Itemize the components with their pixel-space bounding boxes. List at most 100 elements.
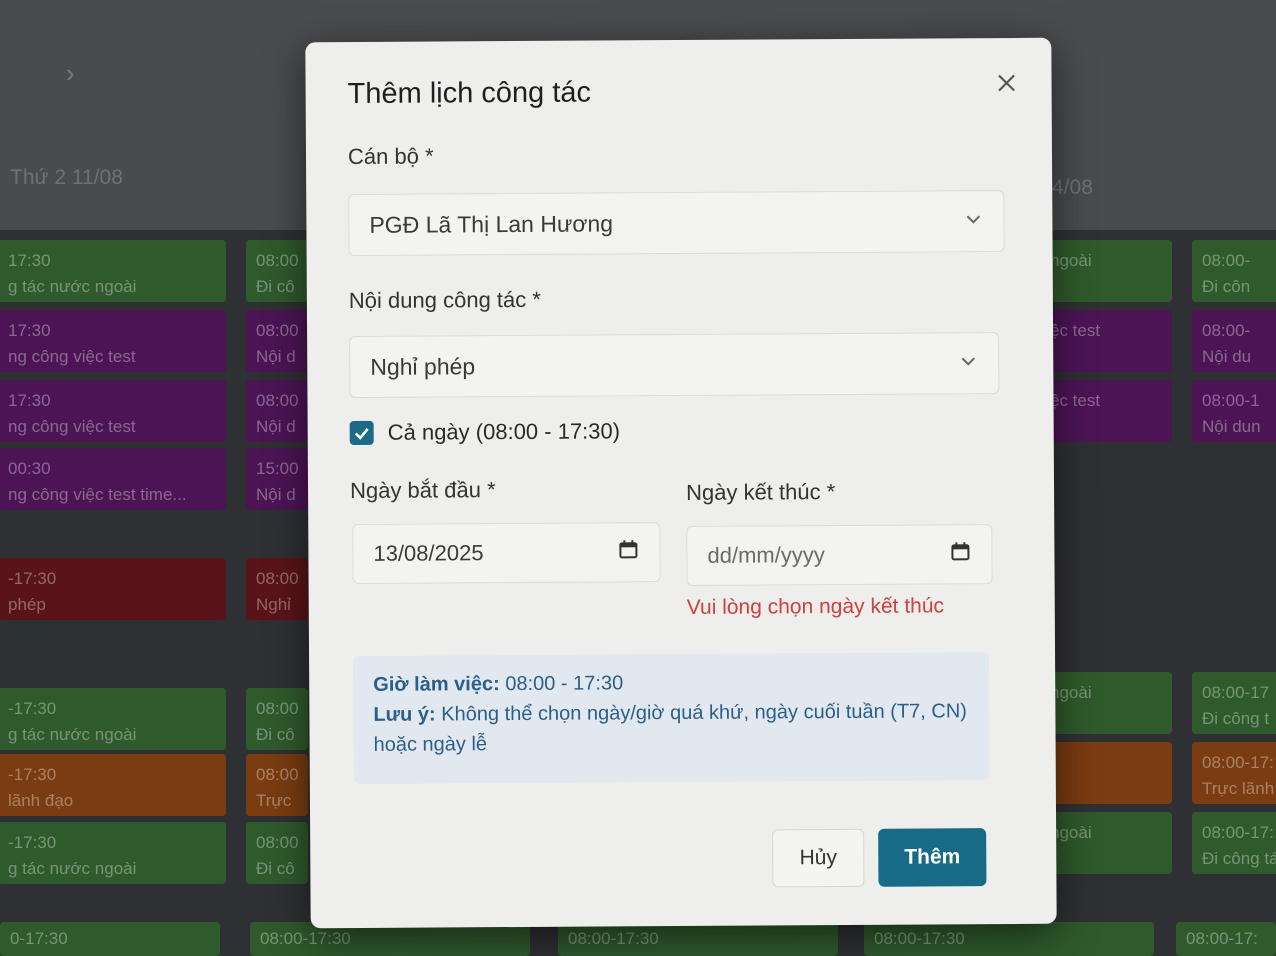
info-box: Giờ làm việc: 08:00 - 17:30 Lưu ý: Không… [353, 652, 990, 785]
event-title: Trực lãnh [1202, 779, 1275, 798]
calendar-event[interactable]: 08:00-17: Trực lãnh [1192, 742, 1276, 804]
event-title: Nội du [1202, 347, 1252, 366]
officer-select-value: PGĐ Lã Thị Lan Hương [369, 209, 614, 238]
calendar-event[interactable]: 08:00-17: [1176, 922, 1276, 956]
end-date-label: Ngày kết thúc * [685, 479, 836, 505]
event-time: 08:00 [256, 765, 299, 784]
calendar-event[interactable]: 0-17:30 [0, 922, 220, 956]
calendar-event[interactable]: 08:00- Nội du [1192, 310, 1276, 372]
event-title: Đi cô [256, 859, 295, 878]
event-title: Đi cô [256, 277, 295, 296]
calendar-event[interactable]: 08:00-1 Nội dun [1192, 380, 1276, 442]
event-time: 08:00-17: [1186, 929, 1258, 948]
calendar-event[interactable]: 08:00 Nghỉ [246, 558, 308, 620]
event-title: Đi côn [1202, 277, 1251, 296]
calendar-event[interactable]: 17:30 ng công việc test [0, 310, 226, 372]
all-day-label: Cả ngày (08:00 - 17:30) [387, 418, 621, 445]
event-title: g tác nước ngoài [8, 277, 137, 296]
calendar-column-2: 08:00 Đi cô 08:00 Nội d 08:00 Nội d 15:00 Nội d… [246, 232, 308, 956]
start-date-label: Ngày bắt đầu * [349, 477, 496, 504]
chevron-down-icon [963, 208, 983, 235]
event-title: Nội dun [1202, 417, 1261, 436]
calendar-event[interactable]: 08:00- Đi côn [1192, 240, 1276, 302]
end-date-error: Vui lòng chọn ngày kết thúc [686, 594, 945, 619]
calendar-event[interactable]: 15:00 Nội d [246, 448, 308, 510]
event-title: Đi cô [256, 725, 295, 744]
calendar-event[interactable]: 08:00-17 Đi công t [1192, 672, 1276, 734]
close-icon[interactable] [993, 70, 1019, 96]
calendar-event[interactable]: ngoài [1040, 672, 1172, 734]
event-time: 08:00 [256, 833, 299, 852]
calendar-event[interactable]: ệc test [1040, 380, 1172, 442]
calendar-event[interactable]: -17:30 phép [0, 558, 226, 620]
event-time: 15:00 [256, 459, 299, 478]
officer-select[interactable]: PGĐ Lã Thị Lan Hương [348, 190, 1005, 257]
event-time: -17:30 [8, 833, 57, 852]
calendar-event[interactable]: 17:30 g tác nước ngoài [0, 240, 226, 302]
event-time: 08:00-17:30 [260, 929, 351, 948]
event-title: ng công việc test time... [8, 485, 187, 504]
event-title: Nghỉ [256, 595, 291, 614]
working-hours-line: Giờ làm việc: 08:00 - 17:30 [373, 666, 969, 700]
calendar-event[interactable]: 08:00 Đi cô [246, 240, 308, 302]
event-time: -17:30 [8, 765, 57, 784]
event-time: 08:00 [256, 699, 299, 718]
calendar-event[interactable]: 08:00-17: Đi công tá [1192, 812, 1276, 874]
checkmark-icon[interactable] [349, 420, 374, 446]
calendar-event[interactable]: 00:30 ng công việc test time... [0, 448, 226, 510]
calendar-column-4: 08:00- Đi côn 08:00- Nội du 08:00-1 Nội dun 08… [1192, 232, 1276, 956]
working-hours-value: 08:00 - 17:30 [505, 672, 624, 696]
working-hours-label: Giờ làm việc: [373, 673, 500, 696]
calendar-event[interactable]: 08:00-17:30 [558, 922, 838, 956]
calendar-event[interactable]: 08:00 Đi cô [246, 822, 308, 884]
event-time: 17:30 [8, 321, 51, 340]
calendar-bottom-row: 0-17:30 08:00-17:30 08:00-17:30 08:00-17… [0, 922, 1276, 956]
add-schedule-dialog: Thêm lịch công tác Cán bộ * PGĐ Lã Thị L… [305, 37, 1057, 929]
calendar-event[interactable]: 08:00 Đi cô [246, 688, 308, 750]
calendar-event[interactable]: ngoài [1040, 812, 1172, 874]
calendar-icon[interactable] [949, 540, 971, 568]
note-text: Không thể chọn ngày/giờ quá khứ, ngày cu… [373, 700, 967, 756]
event-title: g tác nước ngoài [8, 725, 137, 744]
calendar-event[interactable]: 08:00 Nội d [246, 310, 308, 372]
calendar-event[interactable]: -17:30 g tác nước ngoài [0, 822, 226, 884]
event-title: ngoài [1050, 251, 1092, 270]
next-week-chevron-icon[interactable]: › [66, 58, 75, 89]
calendar-event[interactable]: -17:30 g tác nước ngoài [0, 688, 226, 750]
event-time: 00:30 [8, 459, 51, 478]
calendar-event[interactable]: 17:30 ng công việc test [0, 380, 226, 442]
calendar-event[interactable] [1040, 742, 1172, 804]
cancel-button[interactable]: Hủy [772, 828, 865, 888]
calendar-event[interactable]: 08:00 Nội d [246, 380, 308, 442]
event-time: 08:00- [1202, 251, 1251, 270]
event-title: Đi công tá [1202, 849, 1276, 868]
event-title: ệc test [1050, 321, 1101, 340]
calendar-event[interactable]: 08:00 Trực [246, 754, 308, 816]
start-date-input[interactable]: 13/08/2025 [352, 522, 661, 585]
event-time: 17:30 [8, 251, 51, 270]
dialog-title: Thêm lịch công tác [347, 76, 592, 111]
content-label: Nội dung công tác * [348, 286, 541, 314]
event-title: Trực [256, 791, 292, 810]
calendar-event[interactable]: 08:00-17:30 [864, 922, 1154, 956]
event-time: 08:00 [256, 569, 299, 588]
event-time: 08:00-17:30 [874, 929, 965, 948]
all-day-checkbox[interactable]: Cả ngày (08:00 - 17:30) [349, 418, 621, 446]
calendar-column-3: ngoài ệc test ệc test ngoài ngoài [1040, 232, 1172, 956]
calendar-event[interactable]: ệc test [1040, 310, 1172, 372]
event-title: ngoài [1050, 823, 1092, 842]
day-header-monday: Thứ 2 11/08 [10, 166, 123, 189]
event-title: lãnh đạo [8, 791, 74, 810]
event-title: Nội d [256, 417, 296, 436]
calendar-icon[interactable] [617, 538, 639, 566]
end-date-input[interactable]: dd/mm/yyyy [686, 524, 993, 586]
event-time: -17:30 [8, 569, 57, 588]
add-button[interactable]: Thêm [878, 828, 987, 887]
content-select[interactable]: Nghỉ phép [349, 332, 1000, 399]
event-time: 08:00 [256, 251, 299, 270]
content-select-value: Nghỉ phép [370, 352, 476, 380]
calendar-event[interactable]: ngoài [1040, 240, 1172, 302]
calendar-event[interactable]: -17:30 lãnh đạo [0, 754, 226, 816]
event-title: ng công việc test [8, 417, 136, 436]
event-title: Đi công t [1202, 709, 1270, 728]
